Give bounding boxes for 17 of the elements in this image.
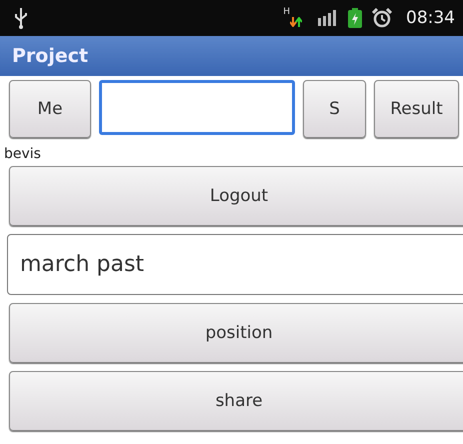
s-button[interactable]: S	[303, 80, 366, 138]
signal-icon	[318, 10, 338, 26]
data-arrows-icon	[290, 17, 302, 27]
action-button[interactable]: share	[9, 371, 463, 431]
username-label: bevis	[3, 145, 41, 162]
result-button[interactable]: Result	[374, 80, 459, 138]
text-field[interactable]: march past	[7, 234, 463, 295]
network-type-indicator: H	[283, 7, 290, 17]
usb-icon	[14, 7, 28, 29]
alarm-clock-icon	[372, 8, 392, 28]
app-title: Project	[12, 45, 88, 67]
me-button[interactable]: Me	[9, 80, 91, 138]
clock-time: 08:34	[406, 8, 455, 28]
battery-charging-icon	[348, 8, 362, 28]
action-button[interactable]: Logout	[9, 166, 463, 226]
action-button[interactable]: position	[9, 303, 463, 363]
input-field[interactable]	[99, 80, 295, 135]
